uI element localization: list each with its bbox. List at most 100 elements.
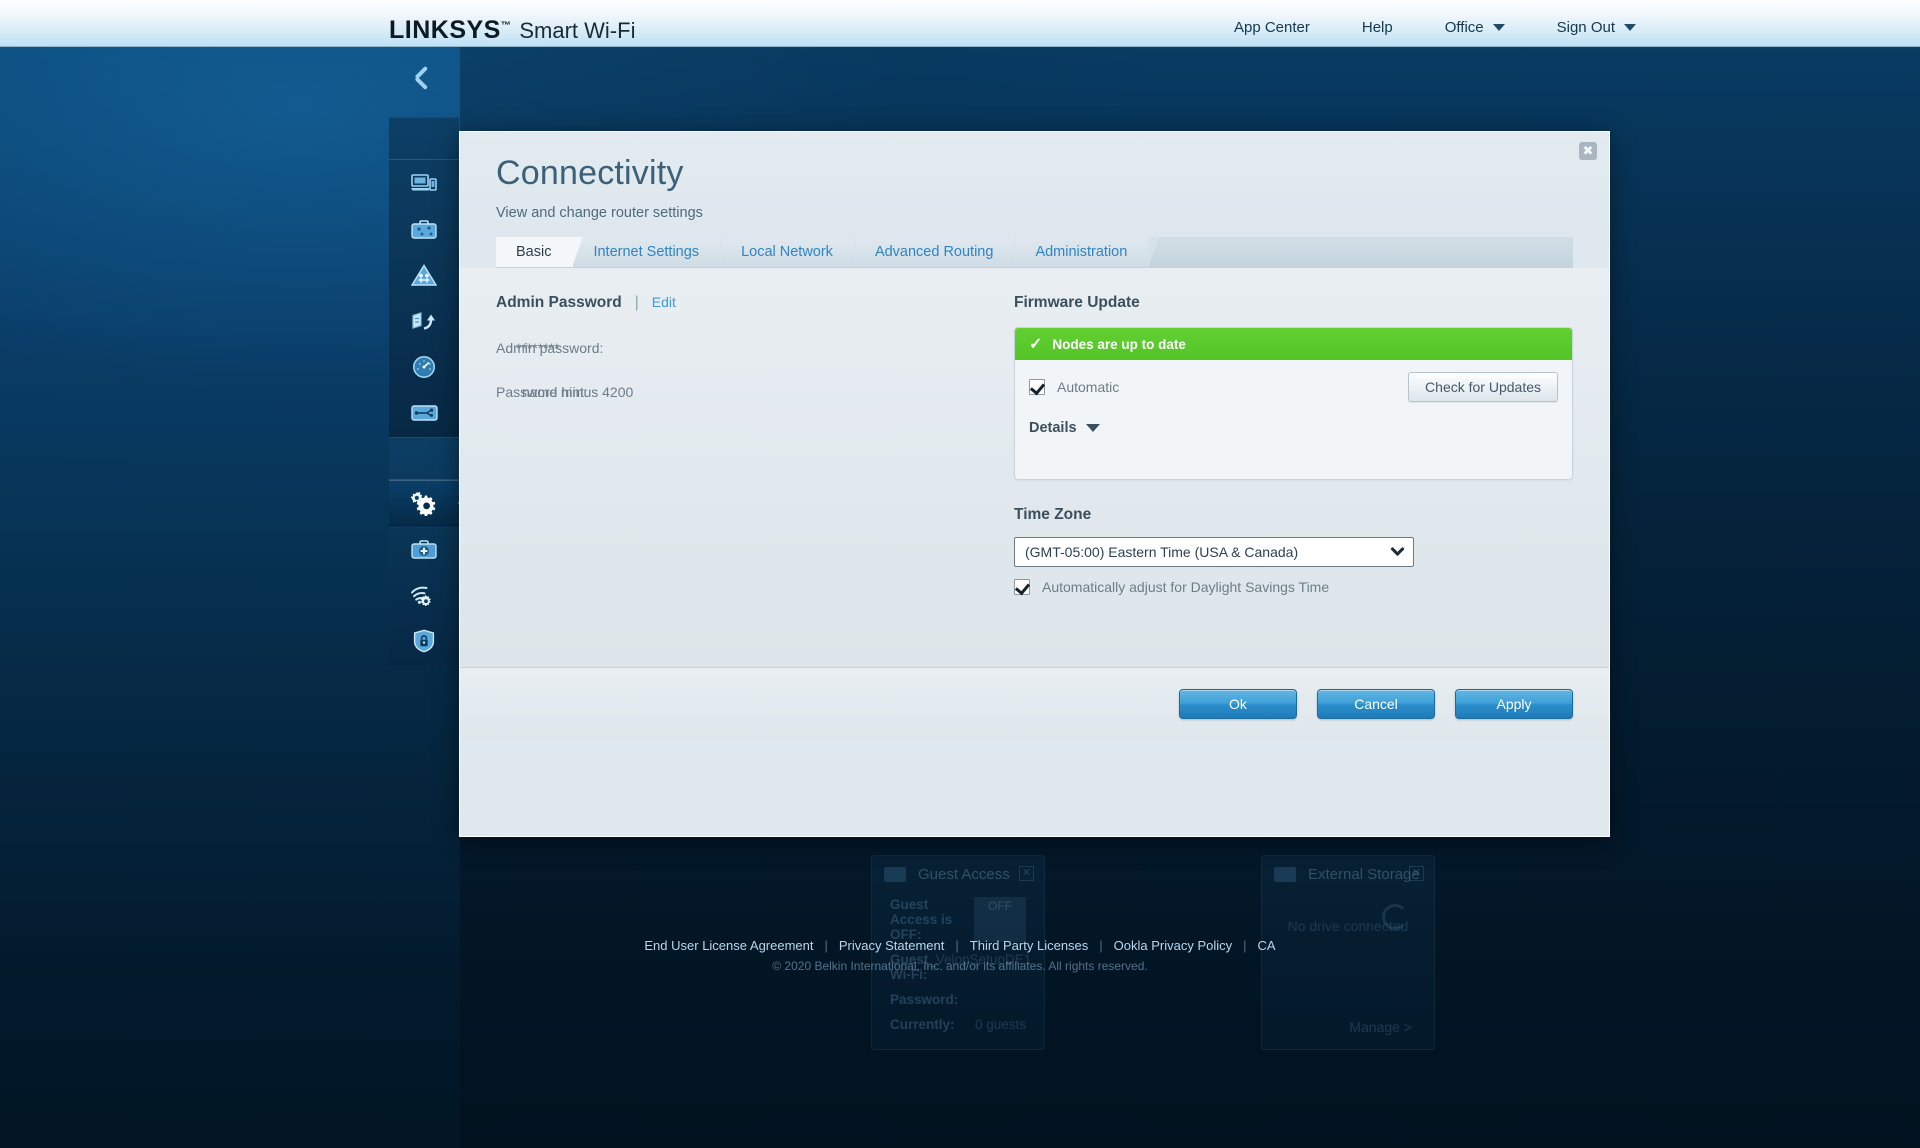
sidebar-item-connectivity[interactable] [389,480,468,526]
manage-link[interactable]: Manage > [1349,1019,1412,1035]
section-title: Admin Password [496,294,622,311]
sidebar-item-security[interactable] [389,618,459,664]
close-icon[interactable]: ✕ [1019,866,1034,881]
time-zone-selected-value: (GMT-05:00) Eastern Time (USA & Canada) [1025,544,1299,560]
dst-checkbox-row[interactable]: Automatically adjust for Daylight Saving… [1014,579,1573,595]
row-label: Currently: [890,1017,955,1032]
troubleshooting-kit-icon [411,539,437,560]
card-header: Guest Access ✕ [872,856,1044,892]
sidebar-spacer [389,118,459,160]
speed-test-icon [412,355,436,379]
sidebar-item-external-storage[interactable] [389,390,459,436]
close-icon[interactable]: ✖ [1579,142,1597,160]
sidebar-collapse-button[interactable] [389,47,459,117]
row-value: 0 guests [974,1017,1026,1032]
automatic-checkbox-row[interactable]: Automatic [1029,379,1119,395]
background-card-external-storage[interactable]: External Storage ✕ No drive connected Ma… [1261,855,1435,1050]
card-title: Guest Access [918,865,1010,883]
tab-label: Internet Settings [593,244,700,260]
dst-checkbox[interactable] [1014,579,1030,595]
tab-local-network[interactable]: Local Network [721,237,865,267]
tab-administration[interactable]: Administration [1015,237,1160,267]
tab-label: Basic [516,244,552,260]
footer-link-eula[interactable]: End User License Agreement [633,938,824,953]
connectivity-gears-icon [409,490,439,516]
firmware-update-panel: ✓ Nodes are up to date Automatic Check f… [1014,327,1573,480]
wifi-settings-icon [410,584,438,606]
tab-internet-settings[interactable]: Internet Settings [573,237,731,267]
connectivity-dialog: ✖ Connectivity View and change router se… [459,131,1610,837]
admin-password-value: ******** [516,340,560,356]
automatic-checkbox[interactable] [1029,379,1045,395]
row-label: Guest Access is OFF: [890,897,953,942]
right-column: Firmware Update ✓ Nodes are up to date A… [996,294,1573,667]
tab-label: Local Network [741,244,833,260]
sidebar-item-wifi-settings[interactable] [389,572,459,618]
sidebar-item-parental-controls[interactable] [389,252,459,298]
page-subtitle: View and change router settings [496,205,703,221]
check-icon: ✓ [1029,336,1043,353]
heading-separator: | [634,294,639,311]
sidebar-item-media-prioritization[interactable] [389,298,459,344]
password-hint-value: name minus 4200 [522,384,634,400]
chevron-down-icon [1492,24,1505,31]
topnav-item-help[interactable]: Help [1336,19,1419,36]
tab-advanced-routing[interactable]: Advanced Routing [854,237,1025,267]
footer-link-ca[interactable]: CA [1247,938,1287,953]
guest-access-icon [884,866,906,882]
page-title: Connectivity [496,154,684,192]
external-storage-icon [410,404,438,422]
details-label: Details [1029,420,1077,436]
cancel-button[interactable]: Cancel [1317,688,1435,719]
tab-basic[interactable]: Basic [496,237,585,267]
dialog-header: Connectivity View and change router sett… [460,132,1609,238]
chevron-down-icon [1391,546,1403,558]
trademark-glyph: ™ [500,20,512,32]
top-header-bar: LINKSYS™ Smart Wi-Fi App Center Help Off… [0,0,1920,47]
footer-link-ookla-privacy-policy[interactable]: Ookla Privacy Policy [1103,938,1243,953]
row-value: _VelopSetupDE1 [928,952,1032,967]
ok-button[interactable]: Ok [1179,688,1297,719]
security-shield-icon [413,629,435,653]
sidebar-item-speed-test[interactable] [389,344,459,390]
row-label: Password: [890,992,959,1007]
automatic-label: Automatic [1057,379,1120,395]
external-storage-icon [1274,866,1296,882]
topnav-item-sign-out[interactable]: Sign Out [1531,19,1662,36]
footer-link-privacy-statement[interactable]: Privacy Statement [828,938,956,953]
details-toggle[interactable]: Details [1015,402,1572,436]
topnav-label: Office [1444,19,1484,36]
parental-controls-icon [411,263,437,287]
left-sidebar [389,47,468,807]
close-icon[interactable]: ✕ [1409,866,1424,881]
topnav-label: Help [1361,19,1393,36]
card-row: Currently: 0 guests [872,1012,1044,1037]
tab-bar: Basic Internet Settings Local Network Ad… [496,237,1573,268]
caret-down-icon [1085,424,1100,432]
check-for-updates-button[interactable]: Check for Updates [1408,372,1558,402]
logo-subtitle: Smart Wi-Fi [519,18,636,43]
sidebar-spacer [389,438,459,480]
edit-link[interactable]: Edit [652,294,676,310]
admin-password-section: Admin Password | Edit Admin password: **… [496,294,996,667]
device-list-icon [411,173,437,193]
sidebar-item-device-list[interactable] [389,160,459,206]
apply-button[interactable]: Apply [1455,688,1573,719]
topnav-item-app-center[interactable]: App Center [1208,19,1336,36]
password-hint-row: Password hint: name minus 4200 [496,384,634,400]
sidebar-group-router-settings [389,437,468,665]
brand-logo[interactable]: LINKSYS™ Smart Wi-Fi [389,16,635,45]
media-prioritization-icon [411,310,437,332]
footer-link-third-party-licenses[interactable]: Third Party Licenses [959,938,1100,953]
card-row: Guest Wi-Fi: _VelopSetupDE1 [872,947,1044,987]
time-zone-select[interactable]: (GMT-05:00) Eastern Time (USA & Canada) [1014,537,1414,567]
guest-access-toggle[interactable]: OFF [974,897,1026,942]
refresh-icon[interactable] [1382,904,1408,930]
dialog-body: Admin Password | Edit Admin password: **… [460,268,1609,667]
sidebar-item-troubleshooting[interactable] [389,526,459,572]
card-row: Password: [872,987,1044,1012]
topnav-item-office[interactable]: Office [1419,19,1531,36]
card-header: External Storage ✕ [1262,856,1434,892]
sidebar-item-guest-access[interactable] [389,206,459,252]
guest-access-icon [411,219,437,240]
